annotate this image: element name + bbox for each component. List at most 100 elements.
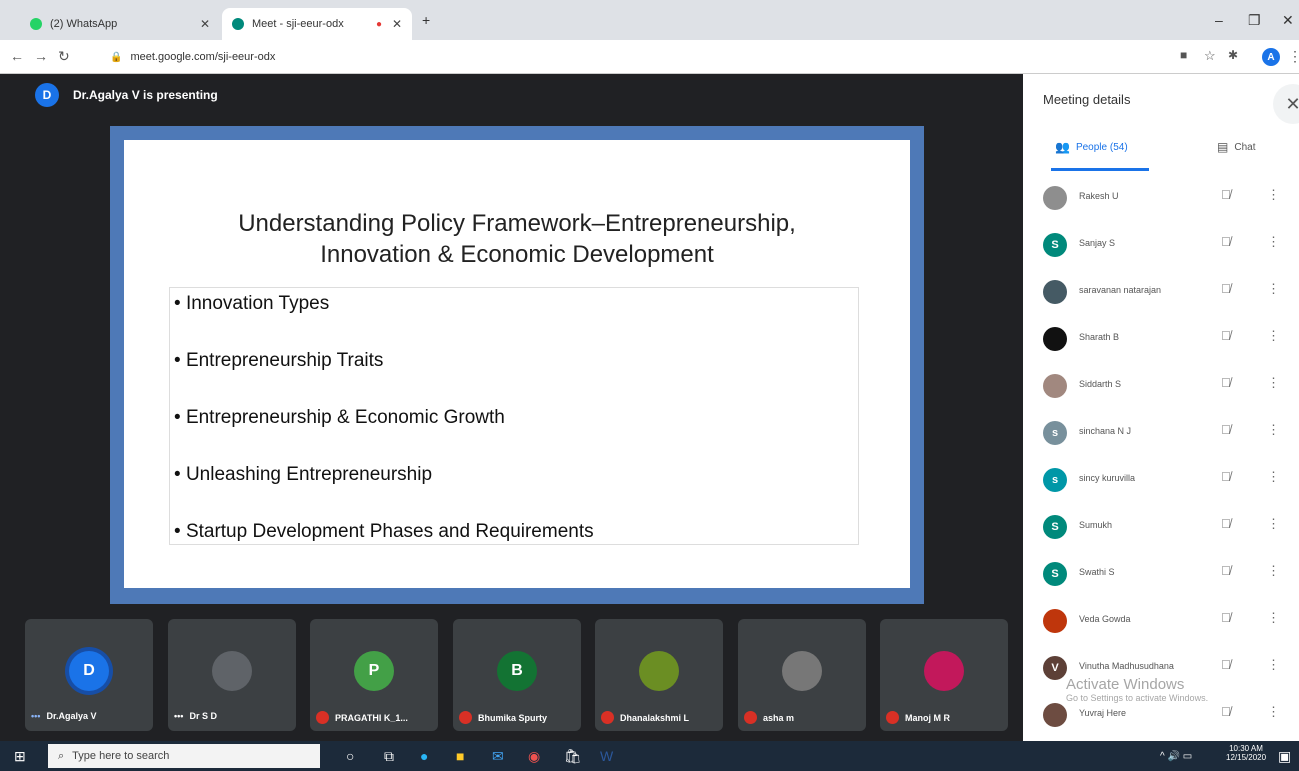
mic-off-icon[interactable]: 🎙̸ xyxy=(1221,281,1231,296)
maximize-icon[interactable]: ❐ xyxy=(1248,12,1261,29)
more-options-icon[interactable]: ⋮ xyxy=(1267,704,1280,720)
clock[interactable]: 10:30 AM 12/15/2020 xyxy=(1226,744,1266,762)
people-icon: 👥 xyxy=(1055,140,1070,154)
participant-avatar: S xyxy=(1043,562,1067,586)
participant-tile[interactable]: Manoj M R xyxy=(880,619,1008,731)
list-item[interactable]: s sinchana N J 🎙̸ ⋮ xyxy=(1023,409,1299,456)
file-explorer-icon[interactable]: ■ xyxy=(456,748,464,764)
participant-name: Veda Gowda xyxy=(1079,614,1131,624)
tab-label: Chat xyxy=(1234,141,1256,153)
tab-chat[interactable]: ▤ Chat xyxy=(1217,140,1255,154)
tab-people[interactable]: 👥 People (54) xyxy=(1055,140,1128,154)
participant-tile[interactable]: asha m xyxy=(738,619,866,731)
mic-off-icon[interactable]: 🎙̸ xyxy=(1221,563,1231,578)
participant-avatar: S xyxy=(1043,515,1067,539)
more-options-icon[interactable]: ⋮ xyxy=(1267,610,1280,626)
participant-avatar: s xyxy=(1043,421,1067,445)
reload-icon[interactable]: ↻ xyxy=(58,48,70,65)
slide: Understanding Policy Framework–Entrepren… xyxy=(124,140,910,588)
store-icon[interactable]: 🛍 xyxy=(564,748,582,765)
more-options-icon[interactable]: ⋮ xyxy=(1267,422,1280,438)
mic-off-icon[interactable]: 🎙̸ xyxy=(1221,328,1231,343)
more-options-icon[interactable]: ⋮ xyxy=(1267,657,1280,673)
edge-icon[interactable]: ● xyxy=(420,748,428,764)
mail-icon[interactable]: ✉ xyxy=(492,748,504,765)
word-icon[interactable]: W xyxy=(600,748,613,764)
cortana-icon[interactable]: ○ xyxy=(346,748,354,764)
close-window-icon[interactable]: ✕ xyxy=(1282,12,1294,29)
more-icon: ••• xyxy=(174,711,184,721)
list-item[interactable]: S Sumukh 🎙̸ ⋮ xyxy=(1023,503,1299,550)
close-tab-icon[interactable]: ✕ xyxy=(200,17,210,31)
close-panel-button[interactable]: ✕ xyxy=(1273,84,1299,124)
participant-tile[interactable]: Dhanalakshmi L xyxy=(595,619,723,731)
address-bar[interactable]: 🔒 meet.google.com/sji-eeur-odx xyxy=(110,46,275,68)
task-view-icon[interactable]: ⧉ xyxy=(384,748,394,765)
tab-meet[interactable]: Meet - sji-eeur-odx ● ✕ xyxy=(222,8,412,40)
participant-avatar: S xyxy=(1043,233,1067,257)
bullet-item: • Unleashing Entrepreneurship xyxy=(174,464,433,485)
mic-off-icon[interactable]: 🎙̸ xyxy=(1221,375,1231,390)
mic-off-icon[interactable]: 🎙̸ xyxy=(1221,422,1231,437)
participant-name: sinchana N J xyxy=(1079,426,1132,436)
close-tab-icon[interactable]: ✕ xyxy=(392,17,402,31)
chrome-icon[interactable]: ◉ xyxy=(528,748,540,765)
bullet-item: • Entrepreneurship & Economic Growth xyxy=(174,407,505,428)
slide-title-line-2: Innovation & Economic Development xyxy=(320,241,714,268)
browser-toolbar: ← → ↻ 🔒 meet.google.com/sji-eeur-odx ■ ☆… xyxy=(0,40,1299,74)
list-item[interactable]: Rakesh U 🎙̸ ⋮ xyxy=(1023,174,1299,221)
participant-tile[interactable]: ••• Dr S D xyxy=(168,619,296,731)
back-icon[interactable]: ← xyxy=(10,48,24,64)
extensions-icon[interactable]: ✱ xyxy=(1228,48,1238,62)
participant-tile[interactable]: B Bhumika Spurty xyxy=(453,619,581,731)
participant-tile[interactable]: P PRAGATHI K_1... xyxy=(310,619,438,731)
camera-icon[interactable]: ■ xyxy=(1180,48,1187,62)
mic-off-icon xyxy=(744,711,757,724)
more-options-icon[interactable]: ⋮ xyxy=(1267,469,1280,485)
bullet-item: • Startup Development Phases and Require… xyxy=(174,521,594,542)
participant-avatar xyxy=(1043,703,1067,727)
more-options-icon[interactable]: ⋮ xyxy=(1267,516,1280,532)
activate-windows-watermark: Activate Windows Go to Settings to activ… xyxy=(1066,676,1208,703)
more-options-icon[interactable]: ⋮ xyxy=(1267,375,1280,391)
more-options-icon[interactable]: ⋮ xyxy=(1267,563,1280,579)
mic-off-icon[interactable]: 🎙̸ xyxy=(1221,516,1231,531)
star-icon[interactable]: ☆ xyxy=(1204,48,1216,64)
chat-icon: ▤ xyxy=(1217,140,1229,154)
taskbar-search[interactable]: ⌕ Type here to search xyxy=(48,744,320,768)
list-item[interactable]: Veda Gowda 🎙̸ ⋮ xyxy=(1023,597,1299,644)
tab-whatsapp[interactable]: (2) WhatsApp ✕ xyxy=(20,8,220,40)
list-item[interactable]: saravanan natarajan 🎙̸ ⋮ xyxy=(1023,268,1299,315)
mic-off-icon[interactable]: 🎙̸ xyxy=(1221,234,1231,249)
meeting-details-panel: Meeting details ✕ 👥 People (54) ▤ Chat R… xyxy=(1023,74,1299,741)
system-tray-icons[interactable]: ^ 🔊 ▭ xyxy=(1160,751,1192,762)
participant-avatar xyxy=(1043,374,1067,398)
list-item[interactable]: Siddarth S 🎙̸ ⋮ xyxy=(1023,362,1299,409)
more-options-icon[interactable]: ⋮ xyxy=(1267,187,1280,203)
participant-name: ••• Dr.Agalya V xyxy=(31,711,97,721)
forward-icon[interactable]: → xyxy=(34,48,48,64)
whatsapp-icon xyxy=(30,18,42,30)
windows-start-icon[interactable]: ⊞ xyxy=(14,748,26,765)
menu-icon[interactable]: ⋮ xyxy=(1288,48,1299,65)
notifications-icon[interactable]: ▣ xyxy=(1278,748,1291,765)
more-options-icon[interactable]: ⋮ xyxy=(1267,328,1280,344)
participant-tile[interactable]: D ••• Dr.Agalya V xyxy=(25,619,153,731)
list-item[interactable]: S Swathi S 🎙̸ ⋮ xyxy=(1023,550,1299,597)
more-options-icon[interactable]: ⋮ xyxy=(1267,281,1280,297)
tab-label: People (54) xyxy=(1075,141,1128,153)
list-item[interactable]: Sharath B 🎙̸ ⋮ xyxy=(1023,315,1299,362)
profile-avatar[interactable]: A xyxy=(1262,48,1280,66)
list-item[interactable]: s sincy kuruvilla 🎙̸ ⋮ xyxy=(1023,456,1299,503)
minimize-icon[interactable]: – xyxy=(1215,12,1223,28)
mic-off-icon[interactable]: 🎙̸ xyxy=(1221,704,1231,719)
browser-tab-bar: (2) WhatsApp ✕ Meet - sji-eeur-odx ● ✕ +… xyxy=(0,0,1299,40)
active-tab-indicator xyxy=(1051,168,1149,171)
mic-off-icon[interactable]: 🎙̸ xyxy=(1221,469,1231,484)
mic-off-icon[interactable]: 🎙̸ xyxy=(1221,657,1231,672)
mic-off-icon[interactable]: 🎙̸ xyxy=(1221,610,1231,625)
list-item[interactable]: S Sanjay S 🎙̸ ⋮ xyxy=(1023,221,1299,268)
new-tab-button[interactable]: + xyxy=(422,12,430,28)
more-options-icon[interactable]: ⋮ xyxy=(1267,234,1280,250)
mic-off-icon[interactable]: 🎙̸ xyxy=(1221,187,1231,202)
